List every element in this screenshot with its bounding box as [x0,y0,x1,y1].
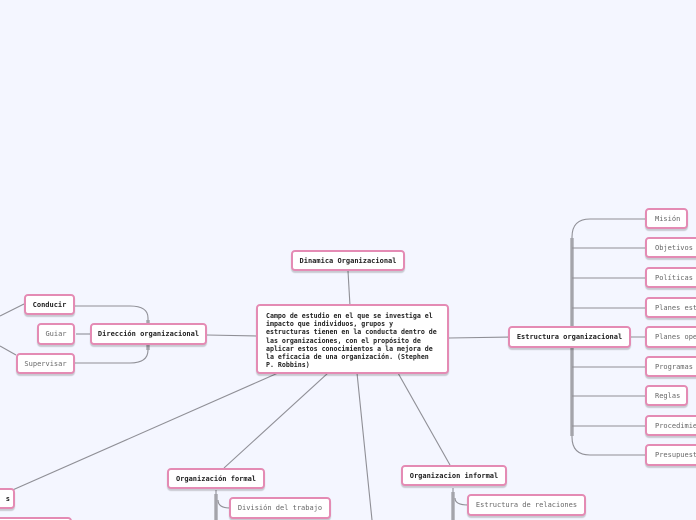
title-node[interactable]: Dinamica Organizacional [291,250,405,271]
politicas-node[interactable]: Políticas [645,267,696,288]
estructura-de-relaciones-node[interactable]: Estructura de relaciones [467,494,586,516]
supervisar-node[interactable]: Supervisar [16,353,75,374]
procedimientos-node[interactable]: Procedimie [645,415,696,436]
estructura-organizacional-node[interactable]: Estructura organizacional [508,326,631,348]
central-description-node[interactable]: Campo de estudio en el que se investiga … [256,304,449,374]
division-del-trabajo-node[interactable]: División del trabajo [229,497,331,519]
organizacion-informal-node[interactable]: Organizacion informal [401,465,507,486]
planes-operativos-node[interactable]: Planes ope [645,326,696,348]
presupuestos-node[interactable]: Presupuest [645,444,696,466]
reglas-node[interactable]: Reglas [645,385,688,406]
conducir-node[interactable]: Conducir [24,294,75,315]
objetivos-node[interactable]: Objetivos [645,237,696,258]
mind-map-canvas: Dinamica Organizacional Campo de estudio… [0,0,696,520]
organizacion-formal-node[interactable]: Organización formal [167,468,265,489]
guiar-node[interactable]: Guiar [37,323,75,345]
direccion-organizacional-node[interactable]: Dirección organizacional [90,323,207,345]
mision-node[interactable]: Misión [645,208,688,229]
partial-left-node[interactable]: s [0,488,15,509]
planes-estrategicos-node[interactable]: Planes est [645,297,696,318]
programas-node[interactable]: Programas [645,356,696,377]
